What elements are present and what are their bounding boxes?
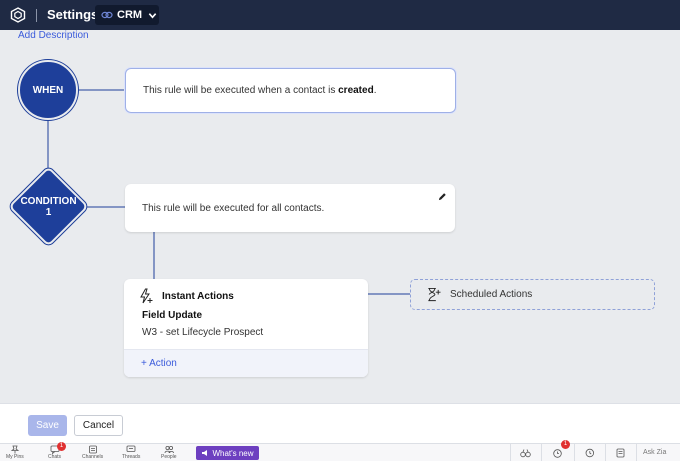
history-icon[interactable] <box>584 448 595 458</box>
bottom-item-label: People <box>161 454 177 460</box>
alarm-clock-icon[interactable] <box>552 448 563 458</box>
scheduled-actions-box[interactable]: Scheduled Actions <box>410 279 655 310</box>
edit-pencil-icon[interactable] <box>438 192 447 201</box>
field-update-title: Field Update <box>142 310 203 321</box>
when-trigger-event: created <box>338 85 374 96</box>
field-update-item[interactable]: W3 - set Lifecycle Prospect <box>142 327 263 338</box>
channels-icon <box>88 445 97 454</box>
when-text-suffix: . <box>373 85 377 96</box>
condition-number: 1 <box>45 206 52 218</box>
condition-card[interactable]: This rule will be executed for all conta… <box>125 184 455 232</box>
whats-new-button[interactable]: What's new <box>196 446 259 460</box>
lightning-plus-icon <box>140 288 153 304</box>
add-action-button[interactable]: + Action <box>124 349 368 377</box>
alarm-badge: 1 <box>561 440 570 449</box>
megaphone-icon <box>202 450 208 456</box>
bottom-item-label: Chats <box>48 454 62 460</box>
condition-node[interactable]: CONDITION 1 <box>10 168 87 245</box>
condition-text: This rule will be executed for all conta… <box>142 202 325 214</box>
bottom-item-threads[interactable]: Threads <box>122 445 140 460</box>
save-bar: Save Cancel <box>0 403 680 443</box>
condition-node-label: CONDITION 1 <box>10 168 87 245</box>
binoculars-icon[interactable] <box>520 448 531 458</box>
bottom-divider <box>510 444 511 461</box>
save-button[interactable]: Save <box>28 415 67 436</box>
bottom-divider <box>605 444 606 461</box>
bottom-item-my-pins[interactable]: My Pins <box>6 445 24 460</box>
ask-zia-button[interactable]: Ask Zia <box>643 449 666 456</box>
pin-icon <box>10 445 20 454</box>
instant-actions-card: Instant Actions Field Update W3 - set Li… <box>124 279 368 377</box>
bottom-item-label: Threads <box>122 454 141 460</box>
bottom-item-people[interactable]: People <box>161 445 177 460</box>
notes-icon[interactable] <box>615 448 626 458</box>
bottom-divider <box>541 444 542 461</box>
people-icon <box>164 445 174 454</box>
whats-new-label: What's new <box>212 448 254 458</box>
bottom-divider <box>636 444 637 461</box>
scheduled-actions-title: Scheduled Actions <box>450 289 533 300</box>
bottom-item-label: My Pins <box>6 454 24 460</box>
cancel-button[interactable]: Cancel <box>74 415 123 436</box>
when-node[interactable]: WHEN <box>18 60 78 120</box>
when-text-prefix: This rule will be executed when a contac… <box>143 85 339 96</box>
chats-badge: 1 <box>57 442 66 451</box>
hourglass-plus-icon <box>428 287 441 302</box>
bottom-item-channels[interactable]: Channels <box>82 445 103 460</box>
bottom-bar: My Pins Chats 1 Channels Threads People … <box>0 440 680 461</box>
when-card[interactable]: This rule will be executed when a contac… <box>125 68 456 113</box>
bottom-item-label: Channels <box>82 454 104 460</box>
instant-actions-header: Instant Actions <box>138 288 234 304</box>
when-node-label: WHEN <box>32 84 64 96</box>
threads-icon <box>126 445 136 452</box>
bottom-divider <box>574 444 575 461</box>
instant-actions-title: Instant Actions <box>162 290 234 302</box>
condition-label-text: CONDITION <box>20 195 77 207</box>
